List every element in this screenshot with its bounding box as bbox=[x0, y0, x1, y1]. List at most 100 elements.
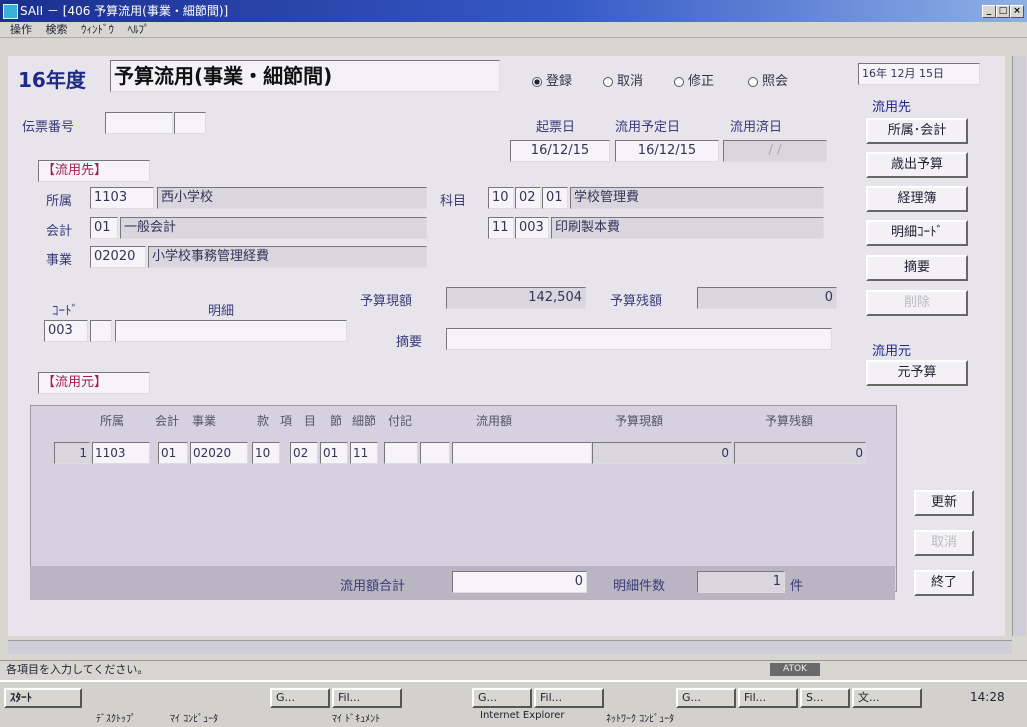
done-date-field: / / bbox=[723, 140, 827, 162]
statusbar: 各項目を入力してください。 ATOK bbox=[0, 660, 1027, 678]
col-kou: 項 bbox=[280, 414, 293, 428]
taskbar-item[interactable]: G... bbox=[676, 688, 736, 708]
setsu-code-field[interactable]: 11 bbox=[488, 217, 514, 239]
kamoku-kan-field[interactable]: 10 bbox=[488, 187, 514, 209]
mode-register[interactable]: 登録 bbox=[532, 70, 572, 89]
close-icon[interactable]: × bbox=[1010, 5, 1024, 18]
delete-button: 削除 bbox=[866, 290, 968, 316]
shozoku-code-field[interactable]: 1103 bbox=[90, 187, 154, 209]
menu-window[interactable]: ｳｨﾝﾄﾞｳ bbox=[81, 22, 114, 38]
budget-current-value: 142,504 bbox=[446, 287, 586, 309]
code-field[interactable]: 003 bbox=[44, 320, 88, 342]
plan-date-field[interactable]: 16/12/15 bbox=[615, 140, 719, 162]
row-moku-field[interactable]: 01 bbox=[320, 442, 348, 464]
row-setsu-field[interactable]: 11 bbox=[350, 442, 378, 464]
row-fuki-field[interactable] bbox=[420, 442, 450, 464]
mode-modify[interactable]: 修正 bbox=[674, 70, 714, 89]
quick-desktop[interactable]: ﾃﾞｽｸﾄｯﾌﾟ bbox=[96, 710, 136, 725]
minimize-icon[interactable]: _ bbox=[982, 5, 996, 18]
budget-remain-value: 0 bbox=[697, 287, 837, 309]
source-section-label: 【流用元】 bbox=[38, 372, 150, 394]
kamoku-label: 科目 bbox=[440, 194, 467, 209]
mode-cancel[interactable]: 取消 bbox=[603, 70, 643, 89]
row-saisetsu-field[interactable] bbox=[384, 442, 418, 464]
saisetsu-code-field[interactable]: 003 bbox=[515, 217, 549, 239]
meisai-field[interactable] bbox=[115, 320, 347, 342]
menu-search[interactable]: 検索 bbox=[46, 22, 68, 38]
kaikei-code-field[interactable]: 01 bbox=[90, 217, 118, 239]
shozoku-name: 西小学校 bbox=[157, 187, 427, 209]
total-label: 流用額合計 bbox=[340, 579, 406, 594]
jigyo-code-field[interactable]: 02020 bbox=[90, 246, 146, 268]
col-saisetsu: 細節 bbox=[352, 414, 377, 428]
taskbar-item[interactable]: G... bbox=[472, 688, 532, 708]
shozoku-label: 所属 bbox=[46, 194, 73, 209]
summary-button[interactable]: 摘要 bbox=[866, 255, 968, 281]
code-label: ｺｰﾄﾞ bbox=[52, 304, 78, 319]
mode-inquiry[interactable]: 照会 bbox=[748, 70, 788, 89]
vertical-scrollbar[interactable] bbox=[1012, 56, 1026, 636]
taskbar-item[interactable]: Fil... bbox=[738, 688, 798, 708]
ledger-button[interactable]: 経理簿 bbox=[866, 186, 968, 212]
current-date: 16年 12月 15日 bbox=[858, 63, 980, 85]
taskbar-item[interactable]: Fil... bbox=[534, 688, 604, 708]
row-budget-remain: 0 bbox=[734, 442, 866, 464]
quick-my-documents[interactable]: ﾏｲ ﾄﾞｷｭﾒﾝﾄ bbox=[332, 710, 380, 725]
done-date-label: 流用済日 bbox=[730, 120, 783, 135]
tekiyo-field[interactable] bbox=[446, 328, 832, 350]
jigyo-name: 小学校事務管理経費 bbox=[148, 246, 427, 268]
jigyo-label: 事業 bbox=[46, 253, 73, 268]
taskbar-item[interactable]: S... bbox=[800, 688, 850, 708]
radio-icon bbox=[674, 76, 684, 87]
total-value: 0 bbox=[452, 571, 587, 593]
kamoku-kou-field[interactable]: 02 bbox=[515, 187, 541, 209]
detail-code-button[interactable]: 明細ｺｰﾄﾞ bbox=[866, 220, 968, 246]
exit-button[interactable]: 終了 bbox=[914, 570, 974, 596]
taskbar-item[interactable]: G... bbox=[270, 688, 330, 708]
expenditure-budget-button[interactable]: 歳出予算 bbox=[866, 152, 968, 178]
maximize-icon[interactable]: □ bbox=[996, 5, 1010, 18]
menu-operation[interactable]: 操作 bbox=[10, 22, 32, 38]
row-kou-field[interactable]: 02 bbox=[290, 442, 318, 464]
issue-date-field[interactable]: 16/12/15 bbox=[510, 140, 610, 162]
ime-indicator[interactable]: ATOK bbox=[770, 663, 820, 676]
voucher-number-field[interactable] bbox=[105, 112, 173, 134]
row-kaikei-field[interactable]: 01 bbox=[158, 442, 188, 464]
col-fuki: 付記 bbox=[388, 414, 413, 428]
row-shozoku-field[interactable]: 1103 bbox=[92, 442, 150, 464]
row-jigyo-field[interactable]: 02020 bbox=[190, 442, 248, 464]
status-message: 各項目を入力してください。 bbox=[6, 663, 149, 676]
voucher-branch-field[interactable] bbox=[174, 112, 206, 134]
col-jigyo: 事業 bbox=[192, 414, 217, 428]
budget-remain-label: 予算残額 bbox=[610, 294, 663, 309]
app-icon bbox=[3, 4, 18, 19]
horizontal-scrollbar[interactable] bbox=[8, 640, 1012, 654]
source-budget-button[interactable]: 元予算 bbox=[866, 360, 968, 386]
row-kan-field[interactable]: 10 bbox=[252, 442, 280, 464]
start-button[interactable]: ｽﾀｰﾄ bbox=[4, 688, 82, 708]
row-number: 1 bbox=[54, 442, 90, 464]
taskbar: ｽﾀｰﾄ G... Fil... G... Fil... G... Fil...… bbox=[0, 680, 1027, 727]
source-panel-label: 流用元 bbox=[872, 344, 912, 359]
quick-network[interactable]: ﾈｯﾄﾜｰｸ ｺﾝﾋﾟｭｰﾀ bbox=[606, 710, 674, 725]
col-budget-remain: 予算残額 bbox=[765, 414, 814, 428]
row-amount-field[interactable] bbox=[452, 442, 592, 464]
taskbar-item[interactable]: 文... bbox=[852, 688, 922, 708]
count-label: 明細件数 bbox=[613, 579, 666, 594]
setsu-name: 印刷製本費 bbox=[551, 217, 824, 239]
kamoku-name: 学校管理費 bbox=[570, 187, 824, 209]
menu-help[interactable]: ﾍﾙﾌﾟ bbox=[128, 22, 150, 38]
code-extra-field[interactable] bbox=[90, 320, 112, 342]
meisai-label: 明細 bbox=[208, 304, 235, 319]
shozoku-kaikei-button[interactable]: 所属･会計 bbox=[866, 118, 968, 144]
quick-ie[interactable]: Internet Explorer bbox=[480, 710, 565, 721]
kamoku-moku-field[interactable]: 01 bbox=[542, 187, 568, 209]
dest-section-label: 【流用先】 bbox=[38, 160, 150, 182]
radio-icon bbox=[603, 76, 613, 87]
taskbar-item[interactable]: Fil... bbox=[332, 688, 402, 708]
issue-date-label: 起票日 bbox=[536, 120, 576, 135]
col-kan: 款 bbox=[257, 414, 270, 428]
update-button[interactable]: 更新 bbox=[914, 490, 974, 516]
voucher-label: 伝票番号 bbox=[22, 120, 75, 135]
quick-my-computer[interactable]: ﾏｲ ｺﾝﾋﾟｭｰﾀ bbox=[170, 710, 218, 725]
